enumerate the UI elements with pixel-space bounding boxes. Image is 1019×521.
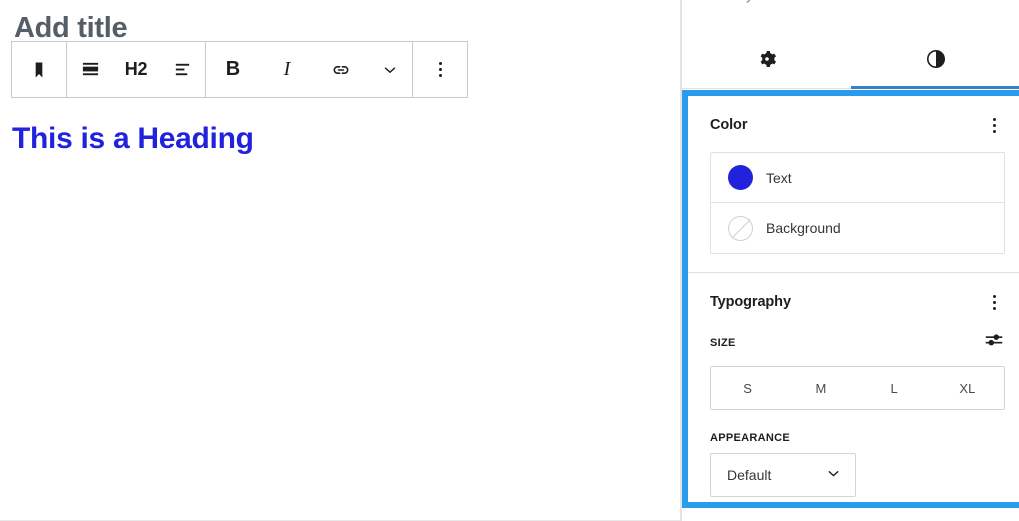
sliders-icon[interactable] xyxy=(983,329,1005,356)
bold-label: B xyxy=(225,58,241,80)
size-label-row: SIZE xyxy=(710,329,1005,356)
more-rich-text-button[interactable] xyxy=(368,42,412,97)
text-align-button[interactable] xyxy=(159,42,205,97)
text-color-swatch[interactable] xyxy=(728,165,753,190)
contrast-icon xyxy=(924,47,948,74)
color-row-list: Text Background xyxy=(710,152,1005,254)
tab-styles[interactable] xyxy=(851,33,1019,89)
styles-panel: Color Text Background Typography SIZE S … xyxy=(688,96,1019,502)
color-section-title: Color xyxy=(710,117,748,133)
heading-block[interactable]: This is a Heading xyxy=(12,118,254,160)
typography-section-header: Typography xyxy=(710,289,1005,315)
italic-label: I xyxy=(283,58,291,80)
color-row-label: Background xyxy=(766,220,841,236)
appearance-label: APPEARANCE xyxy=(710,432,791,444)
sidebar-tab-list xyxy=(682,33,1019,89)
chevron-down-icon xyxy=(381,61,399,79)
font-size-option-l[interactable]: L xyxy=(857,367,931,409)
vertical-dots-icon xyxy=(429,57,451,83)
heading-level-button[interactable]: H2 xyxy=(113,42,159,97)
settings-sidebar: your content xyxy=(681,0,1019,521)
font-size-option-m[interactable]: M xyxy=(784,367,858,409)
block-toolbar: H2 B I xyxy=(11,41,468,98)
typography-options-icon[interactable] xyxy=(983,289,1005,315)
font-size-toggle-group: S M L XL xyxy=(710,366,1005,410)
font-size-option-xl[interactable]: XL xyxy=(930,367,1004,409)
font-size-option-s[interactable]: S xyxy=(711,367,785,409)
bold-button[interactable]: B xyxy=(206,42,260,97)
italic-button[interactable]: I xyxy=(260,42,314,97)
editor-canvas: Add title H2 B I This is a Heading xyxy=(0,0,681,521)
color-row-text[interactable]: Text xyxy=(711,153,1004,203)
styles-panel-highlight: Color Text Background Typography SIZE S … xyxy=(682,90,1019,508)
appearance-select[interactable]: Default xyxy=(710,453,856,497)
editor-screen: Add title H2 B I This is a Heading Color… xyxy=(0,0,1019,521)
color-row-label: Text xyxy=(766,169,792,186)
paragraph-lines-icon xyxy=(81,60,100,79)
bookmark-icon xyxy=(29,60,49,80)
typography-section: Typography SIZE S M L XL APPEARANCE Defa… xyxy=(688,273,1019,502)
sidebar-cutoff-text: your content xyxy=(747,0,819,3)
color-options-icon[interactable] xyxy=(983,112,1005,138)
toolbar-group-heading: H2 xyxy=(67,42,206,97)
toolbar-group-formatting: B I xyxy=(206,42,413,97)
toolbar-group-options xyxy=(413,42,467,97)
block-type-button[interactable] xyxy=(12,42,66,97)
size-label: SIZE xyxy=(710,336,736,349)
color-section: Color Text Background xyxy=(688,96,1019,273)
heading-level-label: H2 xyxy=(124,59,148,79)
color-row-background[interactable]: Background xyxy=(711,203,1004,253)
block-options-button[interactable] xyxy=(413,42,467,97)
typography-section-title: Typography xyxy=(710,294,791,310)
link-button[interactable] xyxy=(314,42,368,97)
paragraph-transform-button[interactable] xyxy=(67,42,113,97)
link-icon xyxy=(330,59,352,81)
color-section-header: Color xyxy=(710,112,1005,138)
align-left-icon xyxy=(173,60,192,79)
gear-icon xyxy=(755,47,779,74)
background-color-swatch-none-icon[interactable] xyxy=(728,215,753,241)
tab-settings[interactable] xyxy=(682,33,851,88)
chevron-down-icon xyxy=(825,465,842,485)
appearance-select-value: Default xyxy=(727,467,772,483)
toolbar-group-block-type xyxy=(12,42,67,97)
